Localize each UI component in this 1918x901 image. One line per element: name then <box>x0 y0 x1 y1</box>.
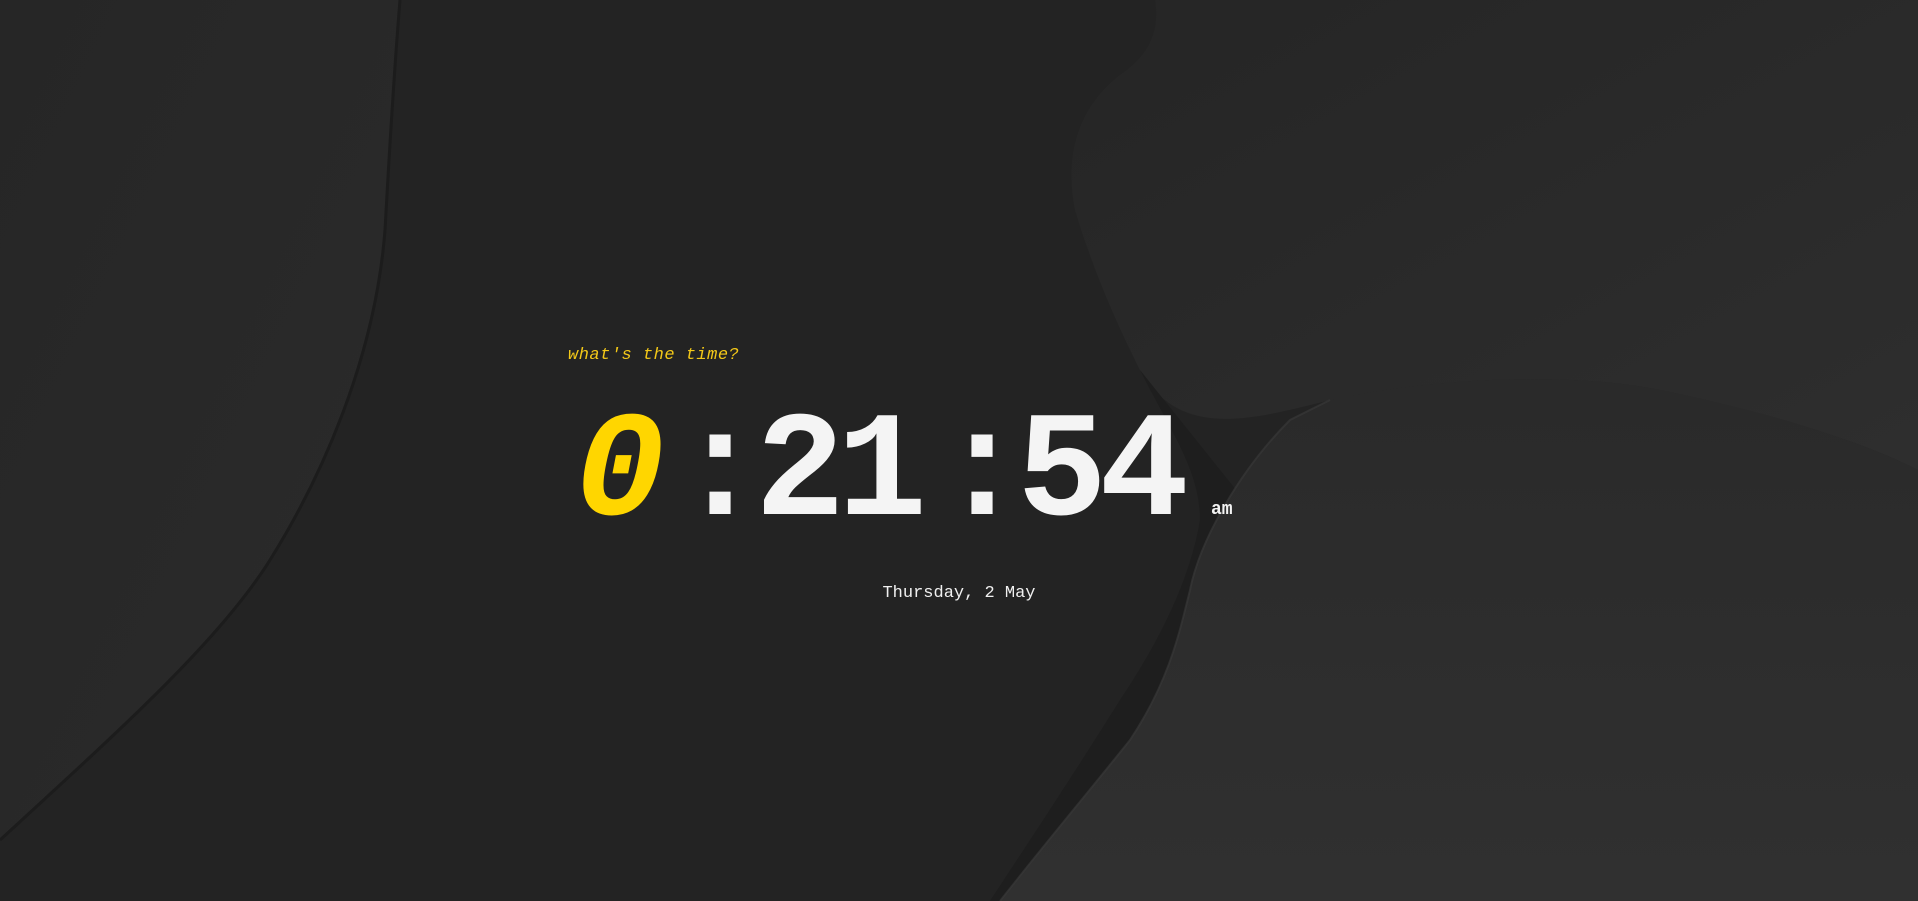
clock-separator: : <box>675 390 766 560</box>
digital-clock: 0 : 21 : 54 am <box>575 400 1233 560</box>
clock-seconds: 54 <box>1017 390 1189 560</box>
date-text: Thursday, 2 May <box>882 584 1036 603</box>
clock-period: am <box>1211 500 1233 520</box>
clock-page: what's the time? 0 : 21 : 54 am Thursday… <box>0 0 1918 901</box>
clock-minutes: 21 <box>755 390 927 560</box>
clock-separator: : <box>937 390 1028 560</box>
clock-hours: 0 <box>575 390 666 560</box>
tagline-text: what's the time? <box>568 346 740 365</box>
